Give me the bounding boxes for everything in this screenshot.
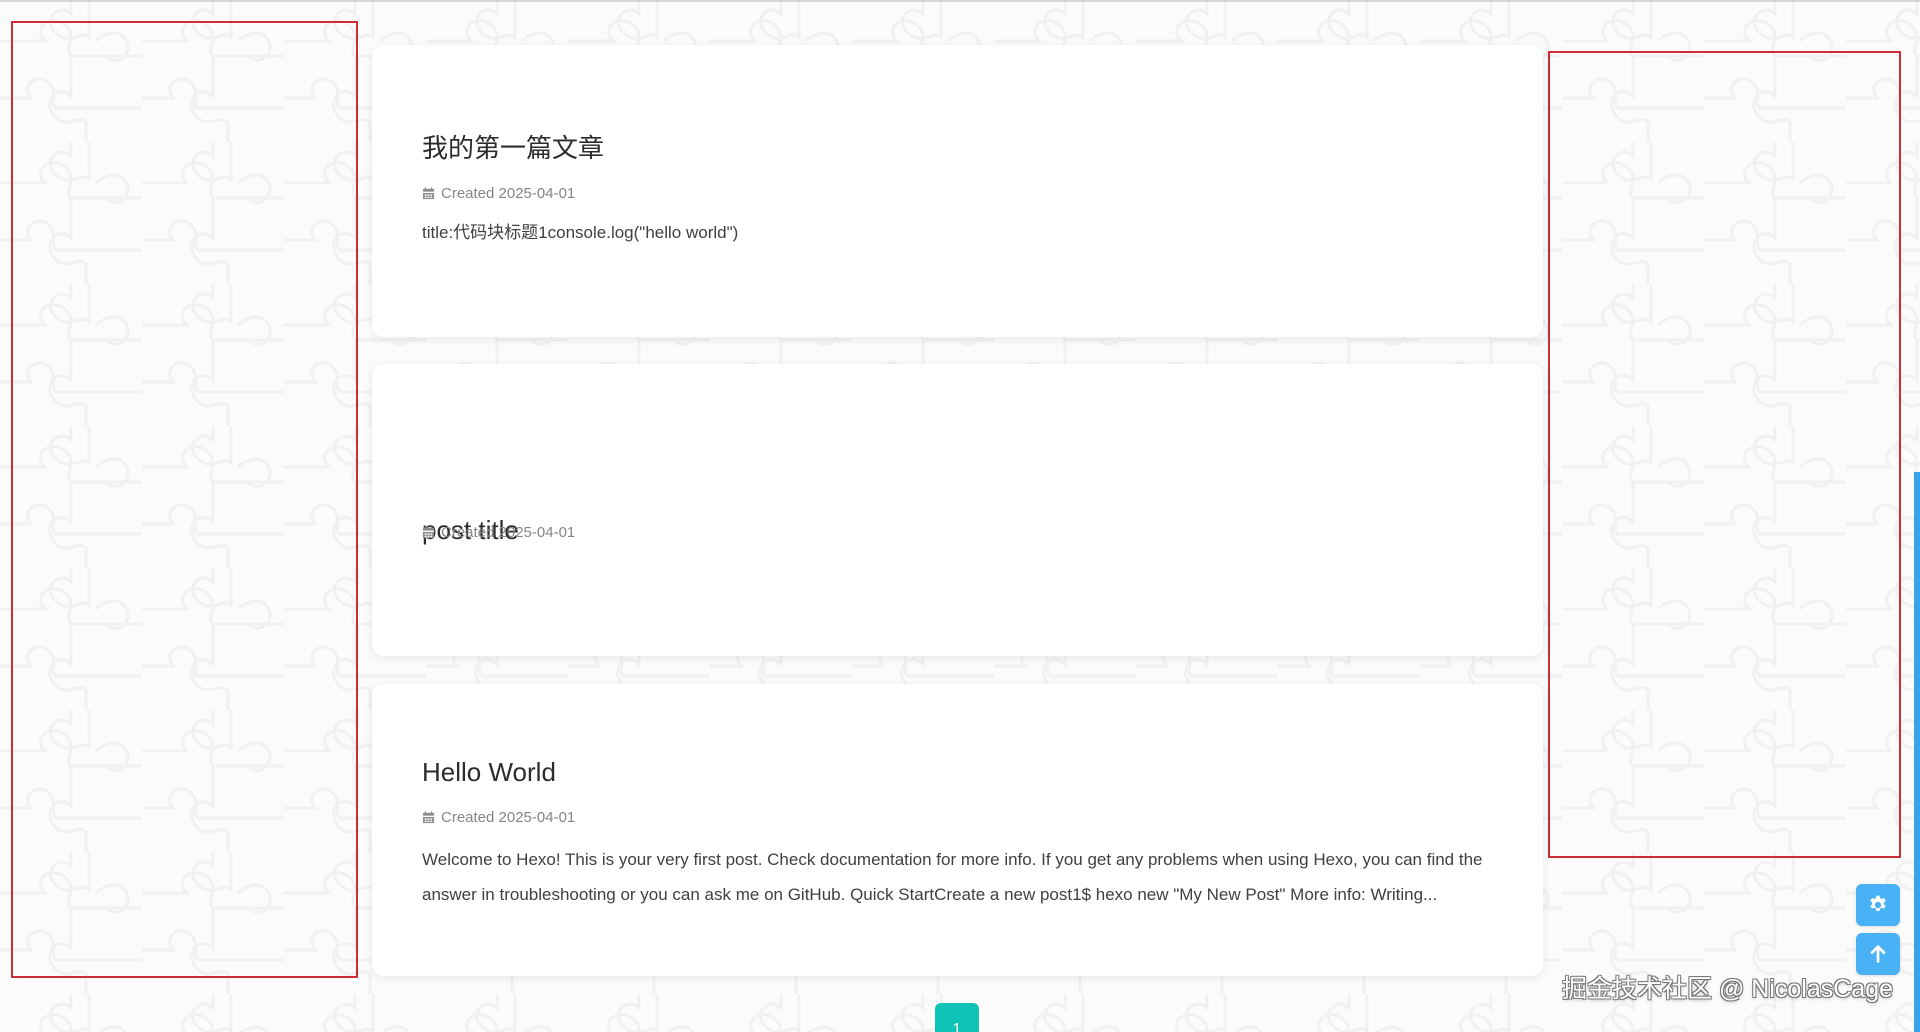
post-card[interactable]: 我的第一篇文章 Created 2025-04-01 title:代码块标题1c… xyxy=(372,45,1543,337)
pagination: 1 xyxy=(935,1003,979,1032)
post-title[interactable]: Hello World xyxy=(422,755,556,789)
settings-button[interactable] xyxy=(1856,884,1900,926)
post-excerpt: title:代码块标题1console.log("hello world") xyxy=(422,223,739,242)
watermark: 掘金技术社区 @ NicolasCage xyxy=(1562,975,1894,1003)
post-card[interactable]: Hello World Created 2025-04-01 Welcome t… xyxy=(372,684,1543,976)
gear-icon xyxy=(1870,895,1886,912)
calendar-icon xyxy=(422,526,435,539)
top-divider xyxy=(0,0,1920,2)
floating-actions xyxy=(1856,884,1900,982)
left-highlight-box xyxy=(11,21,358,978)
post-date: Created 2025-04-01 xyxy=(441,524,576,541)
post-card[interactable]: post title Created 2025-04-01 xyxy=(372,364,1543,656)
post-excerpt: Welcome to Hexo! This is your very first… xyxy=(422,850,1483,904)
post-date: Created 2025-04-01 xyxy=(441,185,576,202)
current-page-button[interactable]: 1 xyxy=(935,1003,979,1032)
right-highlight-box xyxy=(1548,51,1901,858)
calendar-icon xyxy=(422,811,435,824)
post-meta: Created 2025-04-01 xyxy=(422,809,575,826)
post-date: Created 2025-04-01 xyxy=(441,809,576,826)
post-meta: Created 2025-04-01 xyxy=(422,524,575,541)
calendar-icon xyxy=(422,187,435,200)
page-scrollbar[interactable] xyxy=(1914,472,1920,1032)
post-meta: Created 2025-04-01 xyxy=(422,185,575,202)
hexo-blog-page: 我的第一篇文章 Created 2025-04-01 title:代码块标题1c… xyxy=(0,0,1920,1032)
post-title[interactable]: 我的第一篇文章 xyxy=(422,131,604,165)
arrow-up-icon xyxy=(1870,945,1886,963)
